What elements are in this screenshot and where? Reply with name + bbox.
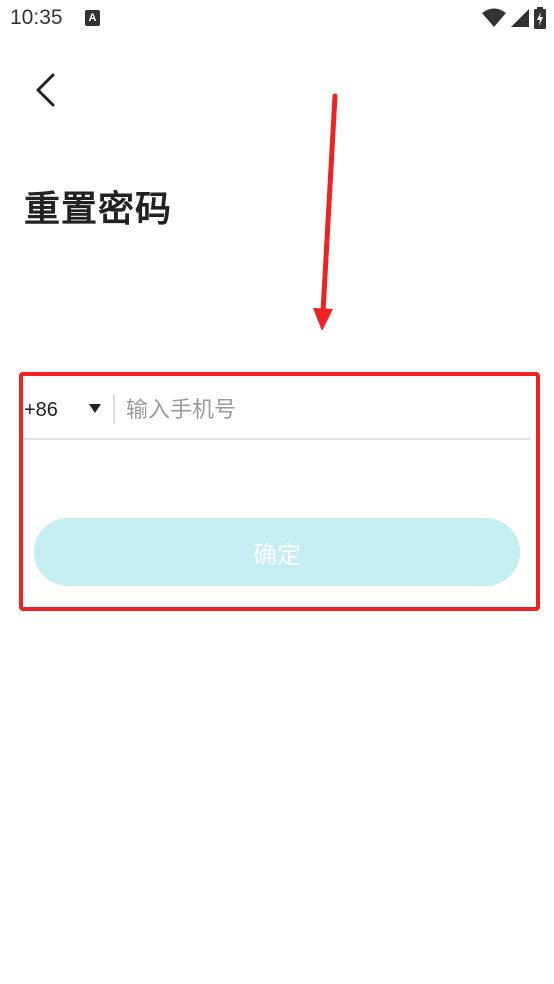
input-underline: [24, 438, 531, 440]
annotation-arrow: [313, 93, 338, 331]
country-code-selector[interactable]: +86: [24, 394, 58, 426]
field-divider: [113, 394, 115, 424]
back-button[interactable]: [26, 68, 66, 112]
phone-input[interactable]: [126, 390, 526, 430]
country-code-value: +86: [24, 398, 58, 421]
battery-charging-icon: [534, 7, 546, 29]
signal-icon: [511, 9, 529, 27]
status-icons: [482, 7, 546, 29]
status-time: 10:35: [10, 6, 63, 29]
chevron-left-icon: [36, 73, 55, 107]
dropdown-arrow-icon[interactable]: [89, 404, 101, 413]
notification-icon: A: [85, 10, 100, 26]
page-title: 重置密码: [24, 189, 173, 230]
status-bar: 10:35 A: [0, 0, 554, 36]
confirm-button[interactable]: 确定: [34, 518, 520, 586]
wifi-icon: [482, 8, 506, 27]
